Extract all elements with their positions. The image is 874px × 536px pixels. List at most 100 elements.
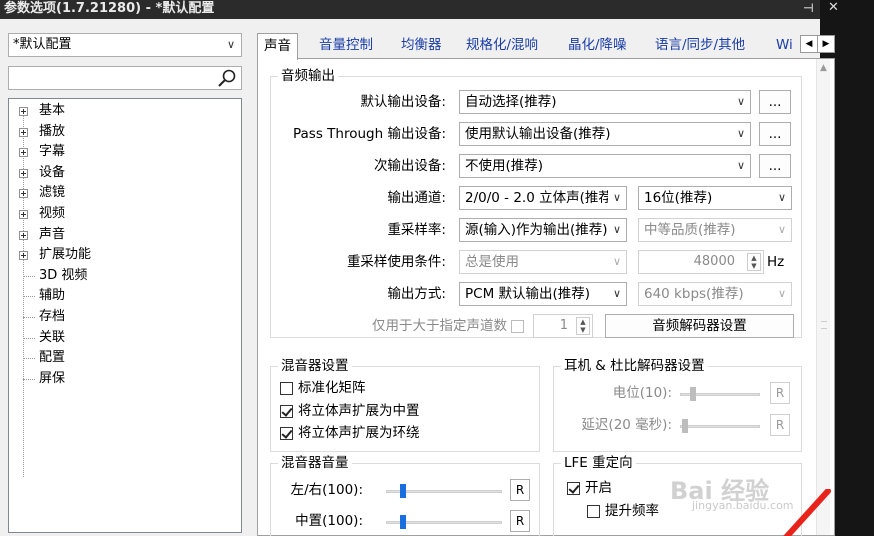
tab-volume-control[interactable]: 音量控制 bbox=[313, 33, 379, 59]
tab-crystalize-denoise[interactable]: 晶化/降噪 bbox=[562, 33, 633, 59]
tree-item[interactable]: 设备 bbox=[9, 163, 241, 184]
tree-item-label: 3D 视频 bbox=[39, 267, 88, 283]
chevron-down-icon: ∨ bbox=[732, 155, 750, 177]
tree-item[interactable]: 基本 bbox=[9, 101, 241, 122]
secondary-device-browse-button[interactable]: ... bbox=[759, 154, 791, 178]
lfe-enable-checkbox[interactable]: 开启 bbox=[567, 479, 612, 497]
center-label: 中置(100): bbox=[295, 513, 363, 529]
tree-item[interactable]: 滤镜 bbox=[9, 183, 241, 204]
tab-normalize-reverb[interactable]: 规格化/混响 bbox=[460, 33, 544, 59]
resample-condition-value: 总是使用 bbox=[465, 254, 519, 270]
tree-item-label: 配置 bbox=[39, 350, 66, 366]
page-scrollbar[interactable]: ▲ bbox=[816, 59, 830, 535]
mixer-settings-title: 混音器设置 bbox=[278, 357, 352, 375]
expand-icon[interactable] bbox=[19, 189, 28, 199]
expand-surround-checkbox[interactable]: 将立体声扩展为环绕 bbox=[280, 424, 420, 442]
tree-item[interactable]: 视频 bbox=[9, 204, 241, 225]
expand-icon[interactable] bbox=[19, 127, 28, 137]
bitrate-select[interactable]: 640 kbps(推荐) ∨ bbox=[638, 282, 792, 306]
passthrough-select[interactable]: 使用默认输出设备(推荐) ∨ bbox=[459, 122, 751, 146]
expand-icon[interactable] bbox=[19, 148, 28, 158]
output-mode-select[interactable]: PCM 默认输出(推荐) ∨ bbox=[459, 282, 627, 306]
search-input[interactable] bbox=[8, 66, 242, 90]
annotation-arrow-icon bbox=[783, 489, 831, 536]
level-reset-button[interactable]: R bbox=[770, 382, 790, 404]
slider-knob[interactable] bbox=[682, 419, 688, 433]
chevron-down-icon: ∨ bbox=[732, 123, 750, 145]
tab-equalizer[interactable]: 均衡器 bbox=[395, 33, 448, 59]
delay-slider[interactable] bbox=[680, 418, 760, 434]
preset-value: *默认配置 bbox=[13, 37, 72, 52]
checkbox-icon bbox=[280, 405, 293, 418]
default-device-select[interactable]: 自动选择(推荐) ∨ bbox=[459, 90, 751, 114]
slider-knob[interactable] bbox=[690, 387, 696, 401]
tree-item[interactable]: 字幕 bbox=[9, 142, 241, 163]
level-slider[interactable] bbox=[680, 386, 760, 402]
secondary-device-label: 次输出设备: bbox=[373, 158, 446, 174]
normalize-matrix-checkbox[interactable]: 标准化矩阵 bbox=[280, 379, 366, 397]
tree-connector bbox=[23, 378, 35, 380]
expand-icon[interactable] bbox=[19, 251, 28, 261]
tree-item[interactable]: 关联 bbox=[9, 328, 241, 349]
left-right-slider[interactable] bbox=[386, 483, 502, 499]
default-device-browse-button[interactable]: ... bbox=[759, 90, 791, 114]
tree-item[interactable]: 配置 bbox=[9, 348, 241, 369]
window-title: 参数选项(1.7.21280) - *默认配置 bbox=[4, 1, 215, 16]
search-icon[interactable] bbox=[217, 68, 237, 88]
tree-connector bbox=[23, 358, 35, 360]
center-reset-button[interactable]: R bbox=[510, 510, 530, 532]
slider-knob[interactable] bbox=[400, 515, 406, 529]
resample-condition-select[interactable]: 总是使用 ∨ bbox=[459, 250, 627, 274]
resample-select[interactable]: 源(输入)作为输出(推荐) ∨ bbox=[459, 218, 627, 242]
bit-depth-select[interactable]: 16位(推荐) ∨ bbox=[638, 186, 792, 210]
secondary-device-value: 不使用(推荐) bbox=[465, 158, 544, 174]
tree-item[interactable]: 播放 bbox=[9, 122, 241, 143]
tab-audio[interactable]: 声音 bbox=[257, 33, 298, 60]
lfe-boost-checkbox[interactable]: 提升频率 bbox=[587, 502, 659, 520]
tree-item[interactable]: 辅助 bbox=[9, 286, 241, 307]
slider-track bbox=[680, 425, 760, 428]
resample-condition-label: 重采样使用条件: bbox=[346, 254, 446, 270]
expand-icon[interactable] bbox=[19, 168, 28, 178]
pin-icon[interactable]: ⊣ bbox=[803, 1, 814, 15]
mixer-volume-group: 混音器音量 左/右(100): R 中置(100): R bbox=[270, 454, 540, 536]
left-right-label: 左/右(100): bbox=[290, 482, 363, 498]
lfe-enable-label: 开启 bbox=[585, 480, 612, 496]
expand-icon[interactable] bbox=[19, 107, 28, 116]
sample-rate-input[interactable]: 48000 ▲ ▼ bbox=[638, 250, 764, 274]
center-slider[interactable] bbox=[386, 514, 502, 530]
passthrough-browse-button[interactable]: ... bbox=[759, 122, 791, 146]
chevron-down-icon: ∨ bbox=[608, 187, 626, 209]
tab-overflow[interactable]: Wi bbox=[770, 33, 799, 59]
preset-select[interactable]: *默认配置 ∨ bbox=[8, 33, 242, 57]
close-icon[interactable]: ✕ bbox=[828, 0, 839, 15]
scroll-up-icon[interactable]: ▲ bbox=[820, 63, 828, 73]
output-mode-label: 输出方式: bbox=[387, 286, 446, 302]
expand-icon[interactable] bbox=[19, 209, 28, 219]
tree-item[interactable]: 存档 bbox=[9, 307, 241, 328]
chevron-down-icon: ∨ bbox=[732, 91, 750, 113]
expand-center-checkbox[interactable]: 将立体声扩展为中置 bbox=[280, 402, 420, 420]
tree-item[interactable]: 3D 视频 bbox=[9, 266, 241, 287]
tree-item-label: 存档 bbox=[39, 308, 66, 324]
tree-item[interactable]: 扩展功能 bbox=[9, 245, 241, 266]
level-label: 电位(10): bbox=[612, 385, 672, 401]
delay-reset-button[interactable]: R bbox=[770, 414, 790, 436]
channel-select[interactable]: 2/0/0 - 2.0 立体声(推荐) ∨ bbox=[459, 186, 627, 210]
secondary-device-select[interactable]: 不使用(推荐) ∨ bbox=[459, 154, 751, 178]
slider-knob[interactable] bbox=[400, 484, 406, 498]
tab-scroll-left-icon[interactable]: ◀ bbox=[800, 35, 818, 53]
spinner-icon[interactable]: ▲ ▼ bbox=[576, 317, 590, 335]
mixer-settings-group: 混音器设置 标准化矩阵 将立体声扩展为中置 将立体声扩展为环绕 bbox=[270, 357, 540, 452]
expand-icon[interactable] bbox=[19, 230, 28, 240]
audio-decoder-settings-button[interactable]: 音频解码器设置 bbox=[605, 314, 794, 338]
tab-scroll-right-icon[interactable]: ▶ bbox=[817, 35, 835, 53]
scroll-grip[interactable] bbox=[821, 321, 827, 329]
tree-item[interactable]: 屏保 bbox=[9, 369, 241, 390]
resample-quality-select[interactable]: 中等品质(推荐) ∨ bbox=[638, 218, 792, 242]
tree-item[interactable]: 声音 bbox=[9, 225, 241, 246]
spinner-icon[interactable]: ▲ ▼ bbox=[747, 253, 761, 271]
tab-language-sync[interactable]: 语言/同步/其他 bbox=[649, 33, 751, 59]
channel-count-input[interactable]: 1 ▲ ▼ bbox=[533, 314, 593, 338]
left-right-reset-button[interactable]: R bbox=[510, 479, 530, 501]
